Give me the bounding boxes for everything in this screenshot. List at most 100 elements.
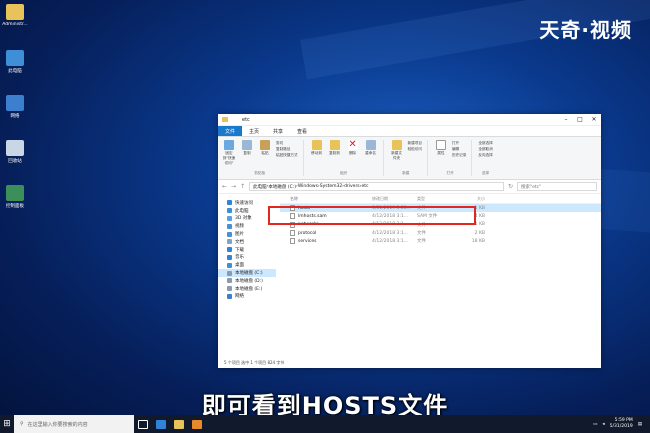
refresh-icon[interactable]: ↻ [508, 183, 513, 190]
tab-3[interactable]: 查看 [290, 126, 314, 136]
window-title: etc [242, 116, 250, 123]
delete-button[interactable]: ✕ 删除 [346, 140, 360, 156]
properties-button[interactable]: 属性 [434, 140, 448, 156]
picture-icon [227, 231, 232, 237]
clock[interactable]: 5:59 PM 5/31/2019 [610, 418, 633, 430]
watermark: 天奇·视频 [539, 18, 632, 42]
app-button[interactable] [188, 415, 206, 433]
task-view-icon [138, 419, 148, 429]
document-icon [227, 239, 232, 245]
cube-icon [227, 215, 232, 221]
file-row[interactable]: services 4/12/2018 3:1... 文件 18 KB [280, 237, 601, 245]
new-folder-button[interactable]: 新建文件夹 [390, 140, 404, 161]
address-bar[interactable]: 此电脑 › 本地磁盘 (C:) › Windows › System32 › d… [249, 182, 504, 191]
desktop-icon[interactable]: 控制面板 [2, 185, 28, 209]
properties-icon [435, 140, 446, 150]
paste-button[interactable]: 粘贴 [258, 140, 272, 156]
explorer-window[interactable]: etc – □ ✕ 文件 主页 共享 查看 固定到"快速访问" 复制 粘贴 剪切 复制… [218, 114, 601, 368]
music-icon [227, 254, 232, 260]
breadcrumb-item[interactable]: etc [361, 184, 368, 189]
desktop-icon[interactable]: 回收站 [2, 140, 28, 164]
copy-to-button[interactable]: 复制到 [328, 140, 342, 156]
organize-group: 移动到 复制到 ✕ 删除 重命名 组织 [310, 140, 384, 176]
rename-button[interactable]: 重命名 [364, 140, 378, 156]
column-header[interactable]: 类型 [417, 196, 460, 202]
ribbon: 固定到"快速访问" 复制 粘贴 剪切 复制路径 粘贴快捷方式 剪贴板 移动到 复… [218, 136, 601, 180]
drive-icon [227, 278, 232, 284]
close-icon[interactable]: ✕ [587, 116, 601, 123]
breadcrumb-item[interactable]: 此电脑 [253, 184, 267, 190]
column-header[interactable]: 名称 [280, 196, 372, 202]
back-icon[interactable]: ← [222, 183, 227, 190]
invert-selection-button[interactable]: 反向选择 [478, 152, 492, 158]
drive-icon [227, 286, 232, 292]
control-panel-icon [6, 185, 24, 201]
select-group: 全部选择 全部取消 反向选择 选择 [478, 141, 493, 175]
desktop-icon[interactable]: 此电脑 [2, 50, 28, 74]
nav-item[interactable]: 本地磁盘 (C:) [218, 269, 276, 277]
network-icon [6, 95, 24, 111]
pin-button[interactable]: 固定到"快速访问" [222, 140, 236, 166]
app-icon [192, 419, 202, 429]
history-button[interactable]: 历史记录 [452, 152, 466, 158]
title-bar[interactable]: etc – □ ✕ [218, 114, 601, 126]
address-bar-row: ← → ↑ 此电脑 › 本地磁盘 (C:) › Windows › System… [218, 180, 601, 194]
download-icon [227, 247, 232, 253]
open-group: 属性 打开 编辑 历史记录 打开 [434, 140, 473, 176]
taskbar-search-input[interactable]: ⚲ 在这里输入你要搜索的内容 [14, 415, 134, 433]
edge-icon [156, 419, 166, 429]
task-view-button[interactable] [134, 415, 152, 433]
move-to-button[interactable]: 移动到 [310, 140, 324, 156]
network-icon[interactable]: ▭ [593, 422, 597, 427]
delete-icon: ✕ [347, 139, 358, 150]
this-pc-icon [227, 208, 232, 214]
nav-item[interactable]: 本地磁盘 (E:) [218, 285, 276, 293]
breadcrumb-item[interactable]: drivers [344, 184, 360, 189]
drive-icon [227, 270, 232, 276]
maximize-icon[interactable]: □ [573, 116, 587, 123]
nav-item[interactable]: 图片 [218, 230, 276, 238]
network-icon [227, 293, 232, 299]
up-icon[interactable]: ↑ [240, 183, 245, 190]
column-headers: 名称 修改日期 类型 大小 [280, 194, 601, 204]
copy-button[interactable]: 复制 [240, 140, 254, 156]
column-header[interactable]: 大小 [460, 196, 485, 202]
minimize-icon[interactable]: – [559, 116, 573, 123]
nav-item[interactable]: 桌面 [218, 261, 276, 269]
nav-item[interactable]: 音乐 [218, 254, 276, 262]
edge-button[interactable] [152, 415, 170, 433]
breadcrumb-item[interactable]: System32 [320, 184, 343, 189]
breadcrumb-item[interactable]: 本地磁盘 (C:) [268, 184, 296, 190]
tab-1[interactable]: 主页 [242, 126, 266, 136]
column-header[interactable]: 修改日期 [372, 196, 417, 202]
easy-access-button[interactable]: 轻松访问 [408, 146, 422, 152]
nav-item[interactable]: 本地磁盘 (D:) [218, 277, 276, 285]
new-group: 新建文件夹 新建项目 轻松访问 新建 [390, 140, 428, 176]
breadcrumb-item[interactable]: Windows [298, 184, 318, 189]
file-explorer-button[interactable] [170, 415, 188, 433]
ribbon-tabs: 文件 主页 共享 查看 [218, 126, 601, 136]
tab-0[interactable]: 文件 [218, 126, 243, 136]
new-folder-icon [391, 140, 402, 150]
tab-2[interactable]: 共享 [266, 126, 290, 136]
video-icon [227, 223, 232, 229]
this-pc-icon [6, 50, 24, 66]
status-bar: 5 个项目 选中 1 个项目 824 字节 [224, 360, 285, 365]
desktop-icon[interactable]: Administr... [2, 4, 28, 27]
desktop-icon [227, 262, 232, 268]
nav-item[interactable]: 网络 [218, 293, 276, 301]
file-row[interactable]: protocol 4/12/2018 3:1... 文件 2 KB [280, 229, 601, 237]
search-input[interactable]: 搜索"etc" [517, 182, 597, 191]
user-folder-icon [6, 4, 24, 20]
nav-item[interactable]: 文档 [218, 238, 276, 246]
desktop-icon[interactable]: 网络 [2, 95, 28, 119]
notification-icon[interactable]: ▤ [638, 422, 642, 427]
paste-shortcut-button[interactable]: 粘贴快捷方式 [276, 152, 298, 158]
volume-icon[interactable]: ◂ [602, 422, 604, 427]
clipboard-group: 固定到"快速访问" 复制 粘贴 剪切 复制路径 粘贴快捷方式 剪贴板 [222, 140, 304, 176]
highlight-box [268, 206, 476, 225]
move-to-icon [311, 140, 322, 150]
start-button[interactable]: ⊞ [0, 415, 14, 433]
nav-item[interactable]: 下载 [218, 246, 276, 254]
forward-icon[interactable]: → [231, 183, 236, 190]
